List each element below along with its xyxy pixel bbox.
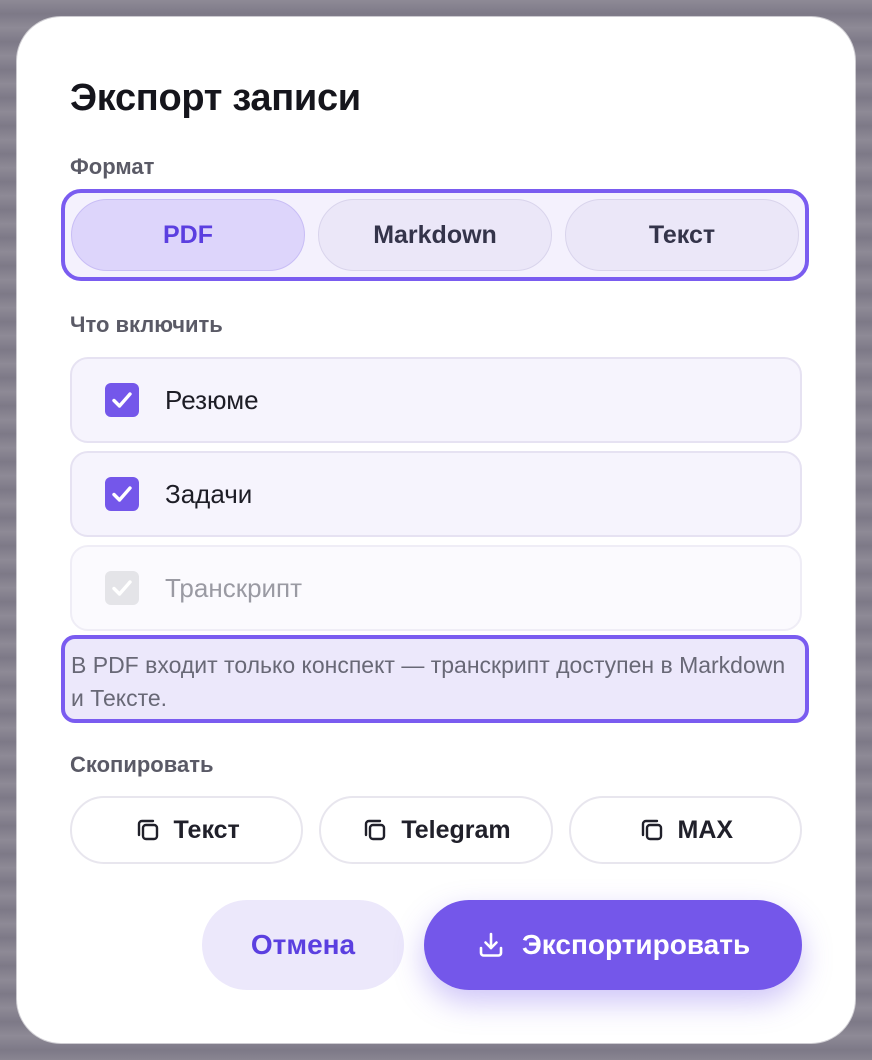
export-dialog: Экспорт записи Формат PDF Markdown Текст… (17, 17, 855, 1043)
copy-text-button[interactable]: Текст (70, 796, 304, 864)
copy-icon (137, 819, 158, 841)
include-option-label: Резюме (165, 384, 259, 415)
cancel-button[interactable]: Отмена (202, 900, 404, 990)
format-label: Формат (70, 154, 155, 179)
copy-buttons: Текст Telegram MAX (70, 796, 802, 864)
copy-max-label: MAX (677, 815, 734, 844)
include-option-label: Транскрипт (165, 572, 303, 603)
include-option-tasks[interactable]: Задачи (70, 451, 802, 537)
checkbox-checked[interactable] (105, 477, 139, 511)
format-segmented-control: PDF Markdown Текст (61, 189, 809, 281)
checkmark-icon (112, 486, 132, 502)
include-option-transcript: Транскрипт (70, 545, 802, 631)
copy-label: Скопировать (70, 752, 214, 777)
copy-telegram-button[interactable]: Telegram (319, 796, 553, 864)
copy-telegram-label: Telegram (401, 815, 511, 844)
include-option-summary[interactable]: Резюме (70, 357, 802, 443)
checkbox-disabled (105, 571, 139, 605)
format-option-pdf[interactable]: PDF (71, 199, 305, 271)
pdf-info-note: В PDF входит только конспект — транскрип… (61, 635, 809, 723)
checkmark-icon (112, 392, 132, 408)
format-option-markdown[interactable]: Markdown (318, 199, 552, 271)
copy-max-button[interactable]: MAX (568, 796, 802, 864)
copy-icon (641, 819, 662, 841)
dialog-title: Экспорт записи (70, 77, 361, 119)
copy-icon (365, 819, 386, 841)
checkbox-checked[interactable] (105, 383, 139, 417)
include-label: Что включить (70, 312, 223, 337)
include-option-label: Задачи (165, 478, 253, 509)
checkmark-icon (112, 580, 132, 596)
export-button[interactable]: Экспортировать (424, 900, 802, 990)
export-button-label: Экспортировать (521, 929, 751, 960)
copy-text-label: Текст (173, 815, 240, 844)
download-icon (479, 932, 503, 957)
format-option-text[interactable]: Текст (565, 199, 799, 271)
